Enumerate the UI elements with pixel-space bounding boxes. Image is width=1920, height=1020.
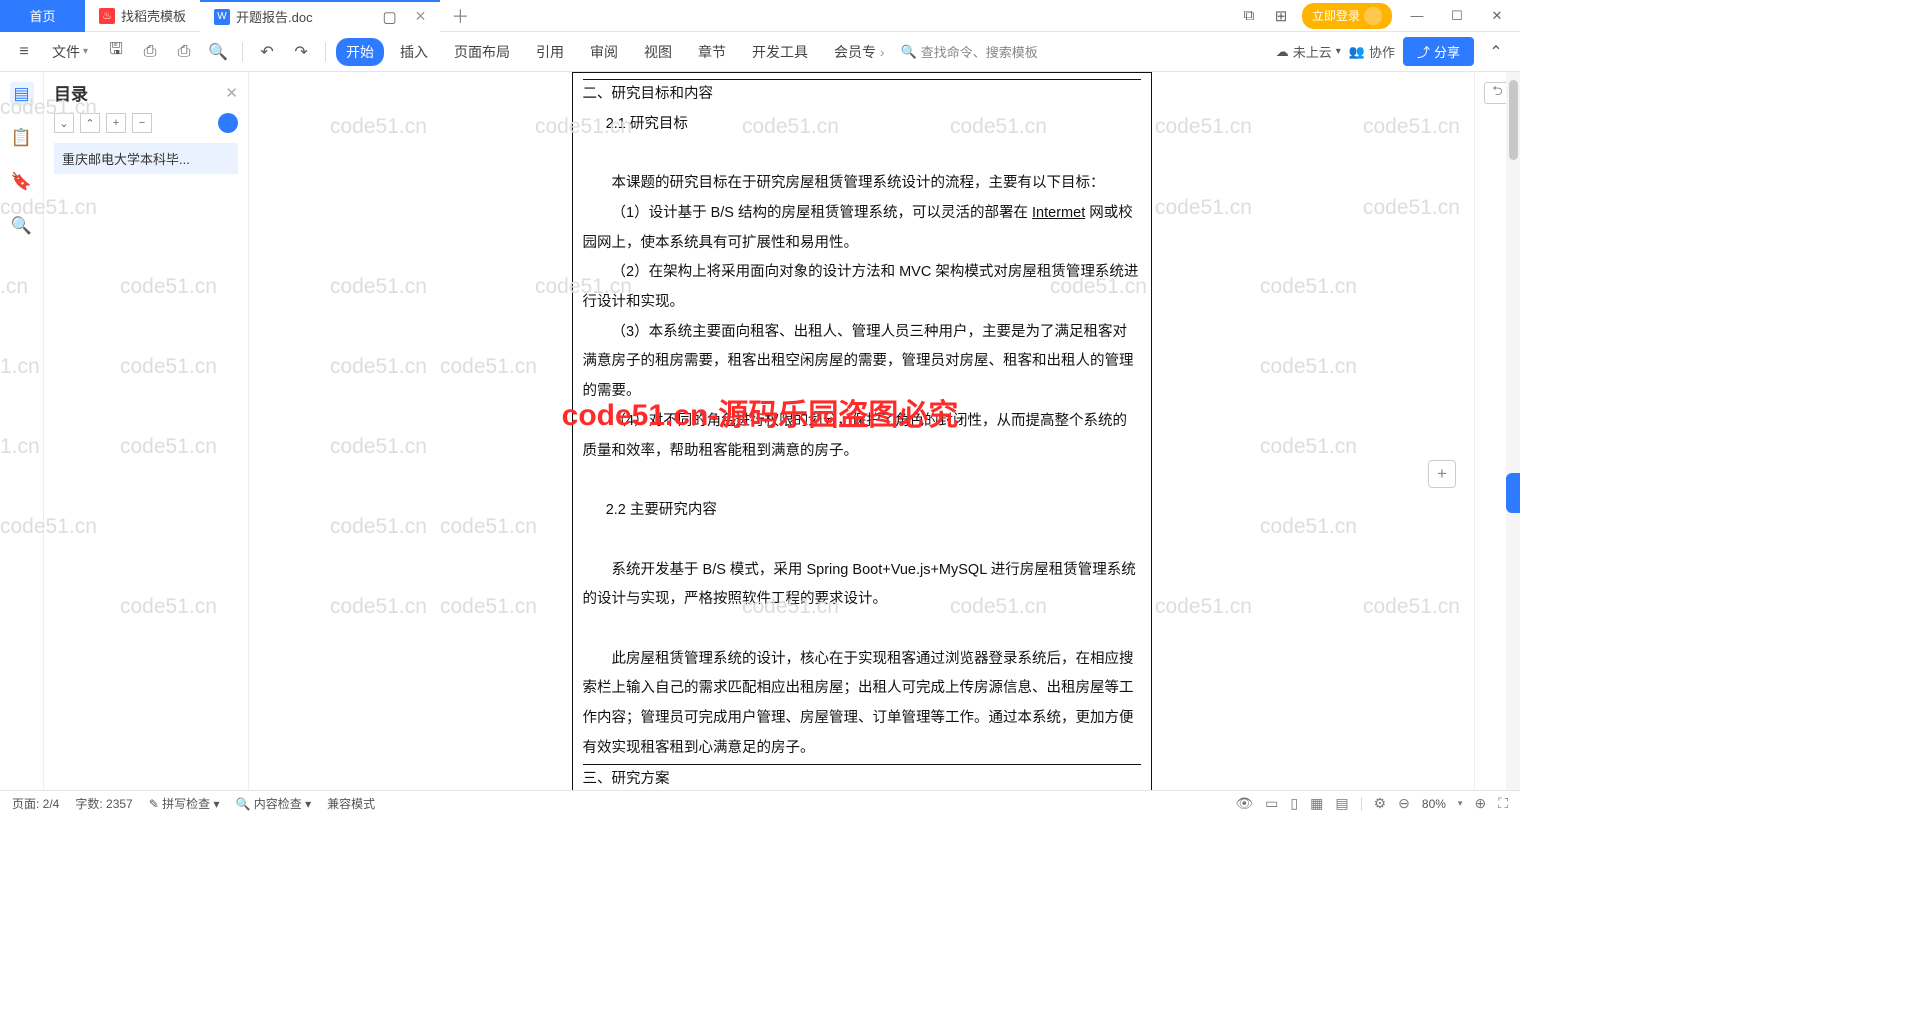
- more-icon[interactable]: ⌃: [1482, 38, 1510, 66]
- layout1-icon[interactable]: ▭: [1265, 795, 1278, 812]
- tab-start[interactable]: 开始: [336, 38, 384, 66]
- outline-close-icon[interactable]: ✕: [225, 84, 238, 102]
- ribbon: ≡ 文件 ▾ 🖫 ⎙ ⎙ 🔍 ↶ ↷ 开始 插入 页面布局 引用 审阅 视图 章…: [0, 32, 1520, 72]
- page-indicator[interactable]: 页面: 2/4: [12, 795, 59, 812]
- avatar-icon: [1364, 7, 1382, 25]
- close-button[interactable]: ✕: [1482, 2, 1512, 30]
- window-icon[interactable]: ▢: [379, 6, 401, 28]
- share-button[interactable]: ⤴ 分享: [1403, 37, 1474, 66]
- outline-item[interactable]: 重庆邮电大学本科毕...: [54, 143, 238, 174]
- scrollbar-thumb[interactable]: [1509, 80, 1518, 160]
- tab-layout[interactable]: 页面布局: [444, 38, 520, 66]
- layout4-icon[interactable]: ▤: [1335, 795, 1348, 812]
- tab-insert[interactable]: 插入: [390, 38, 438, 66]
- doc-icon: W: [214, 9, 230, 25]
- tab-review[interactable]: 审阅: [580, 38, 628, 66]
- workspace: ▤ 📋 🔖 🔍 目录 ✕ ⌄ ⌃ + − 重庆邮电大学本科毕... 二、研究目标…: [0, 72, 1520, 790]
- outline-panel: 目录 ✕ ⌄ ⌃ + − 重庆邮电大学本科毕...: [44, 72, 249, 790]
- paragraph: 此房屋租赁管理系统的设计，核心在于实现租客通过浏览器登录系统后，在相应搜索栏上输…: [583, 645, 1141, 764]
- link-text: Intermet: [1032, 205, 1085, 221]
- paragraph: （4）对不同的角色进行权限的划分，保护了角色的封闭性，从而提高整个系统的质量和效…: [583, 407, 1141, 466]
- collapse-icon[interactable]: ⌄: [54, 113, 74, 133]
- paragraph: 本课题的研究目标在于研究房屋租赁管理系统设计的流程，主要有以下目标：: [583, 169, 1141, 199]
- preview-icon[interactable]: 🔍: [204, 38, 232, 66]
- apps-icon[interactable]: ⊞: [1270, 5, 1292, 27]
- content-check[interactable]: 🔍 内容检查 ▾: [236, 795, 312, 812]
- paragraph: （2）在架构上将采用面向对象的设计方法和 MVC 架构模式对房屋租赁管理系统进行…: [583, 258, 1141, 317]
- login-button[interactable]: 立即登录: [1302, 3, 1392, 29]
- redo-icon[interactable]: ↷: [287, 38, 315, 66]
- fire-icon: ♨: [99, 8, 115, 24]
- remove-icon[interactable]: −: [132, 113, 152, 133]
- statusbar: 页面: 2/4 字数: 2357 ✎ 拼写检查 ▾ 🔍 内容检查 ▾ 兼容模式 …: [0, 790, 1520, 816]
- scrollbar-track[interactable]: [1506, 72, 1520, 790]
- print-icon[interactable]: ⎙: [170, 38, 198, 66]
- tab-chapter[interactable]: 章节: [688, 38, 736, 66]
- heading-3: 三、研究方案: [583, 765, 1141, 790]
- titlebar: 首页 ♨ 找稻壳模板 W 开题报告.doc ▢ ✕ ＋ ⧉ ⊞ 立即登录 — ☐…: [0, 0, 1520, 32]
- layout3-icon[interactable]: ▦: [1310, 795, 1323, 812]
- outline-title: 目录: [54, 80, 88, 105]
- left-rail: ▤ 📋 🔖 🔍: [0, 72, 44, 790]
- expand-icon[interactable]: ⌃: [80, 113, 100, 133]
- save-icon[interactable]: 🖫: [102, 38, 130, 66]
- search-icon[interactable]: 🔍: [10, 214, 34, 238]
- tab-templates[interactable]: ♨ 找稻壳模板: [85, 0, 200, 32]
- bookmark-icon[interactable]: 🔖: [10, 170, 34, 194]
- clipboard-icon[interactable]: 📋: [10, 126, 34, 150]
- zoom-in-icon[interactable]: ⊕: [1474, 795, 1486, 812]
- tab-label: 找稻壳模板: [121, 6, 186, 25]
- spellcheck-toggle[interactable]: ✎ 拼写检查 ▾: [149, 795, 220, 812]
- heading-2: 二、研究目标和内容: [583, 80, 1141, 110]
- reading-mode-icon[interactable]: 👁: [1235, 795, 1253, 812]
- undo-icon[interactable]: ↶: [253, 38, 281, 66]
- side-handle[interactable]: [1506, 473, 1520, 513]
- outline-icon[interactable]: ▤: [10, 82, 34, 106]
- document-page: 二、研究目标和内容 2.1 研究目标 本课题的研究目标在于研究房屋租赁管理系统设…: [572, 72, 1152, 790]
- new-tab-button[interactable]: ＋: [440, 3, 480, 29]
- zoom-dropdown-icon[interactable]: ▾: [1458, 798, 1463, 809]
- login-label: 立即登录: [1312, 7, 1360, 24]
- add-float-button[interactable]: +: [1428, 460, 1456, 488]
- zoom-out-icon[interactable]: ⊖: [1398, 795, 1410, 812]
- word-count[interactable]: 字数: 2357: [75, 795, 132, 812]
- minimize-button[interactable]: —: [1402, 2, 1432, 30]
- cloud-status[interactable]: ☁ 未上云 ▾: [1276, 42, 1341, 61]
- paragraph: （3）本系统主要面向租客、出租人、管理人员三种用户，主要是为了满足租客对满意房子…: [583, 318, 1141, 407]
- paragraph: （1）设计基于 B/S 结构的房屋租赁管理系统，可以灵活的部署在 Interme…: [583, 199, 1141, 258]
- document-canvas[interactable]: 二、研究目标和内容 2.1 研究目标 本课题的研究目标在于研究房屋租赁管理系统设…: [249, 72, 1474, 790]
- menu-icon[interactable]: ≡: [10, 38, 38, 66]
- layout2-icon[interactable]: ▯: [1290, 795, 1298, 812]
- tab-view[interactable]: 视图: [634, 38, 682, 66]
- compat-mode[interactable]: 兼容模式: [327, 795, 375, 812]
- layout-icon[interactable]: ⧉: [1238, 5, 1260, 27]
- sync-icon[interactable]: [218, 113, 238, 133]
- outline-toolbar: ⌄ ⌃ + −: [54, 113, 238, 133]
- maximize-button[interactable]: ☐: [1442, 2, 1472, 30]
- paragraph: 系统开发基于 B/S 模式，采用 Spring Boot+Vue.js+MySQ…: [583, 556, 1141, 615]
- export-icon[interactable]: ⎙: [136, 38, 164, 66]
- close-tab-icon[interactable]: ✕: [415, 8, 427, 25]
- coop-button[interactable]: 👥 协作: [1349, 42, 1395, 61]
- search-box[interactable]: 🔍 查找命令、搜索模板: [901, 42, 1038, 61]
- tab-label: 开题报告.doc: [236, 7, 313, 26]
- add-icon[interactable]: +: [106, 113, 126, 133]
- fullscreen-icon[interactable]: ⛶: [1498, 795, 1508, 812]
- tab-home[interactable]: 首页: [0, 0, 85, 32]
- tab-document[interactable]: W 开题报告.doc ▢ ✕: [200, 0, 440, 32]
- settings-icon[interactable]: ⚙: [1374, 795, 1387, 812]
- subheading: 2.1 研究目标: [583, 110, 1141, 140]
- tab-member[interactable]: 会员专 ›: [824, 38, 895, 66]
- zoom-level[interactable]: 80%: [1422, 797, 1446, 811]
- subheading: 2.2 主要研究内容: [583, 496, 1141, 526]
- tab-dev[interactable]: 开发工具: [742, 38, 818, 66]
- file-menu[interactable]: 文件 ▾: [44, 38, 96, 66]
- tab-ref[interactable]: 引用: [526, 38, 574, 66]
